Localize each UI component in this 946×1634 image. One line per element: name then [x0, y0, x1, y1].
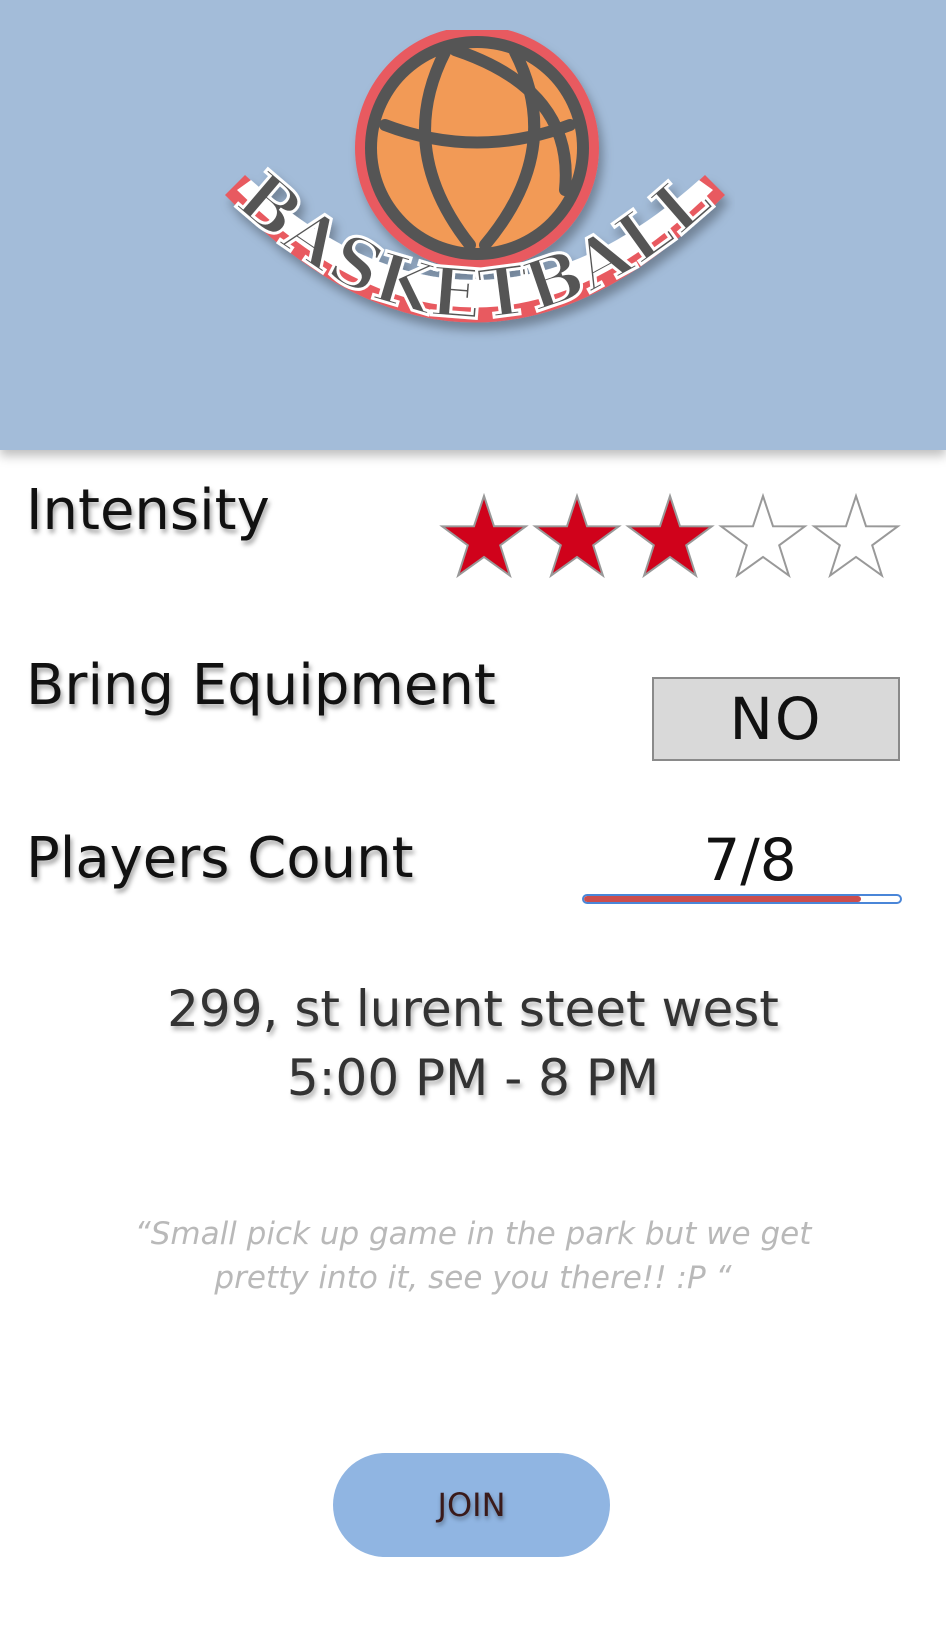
intensity-rating	[438, 493, 918, 583]
location-address: 299, st lurent steet west	[167, 980, 779, 1038]
players-count-value: 7/8	[703, 826, 797, 894]
star-filled-icon[interactable]	[625, 493, 715, 579]
event-time: 5:00 PM - 8 PM	[286, 1049, 660, 1107]
star-empty-icon[interactable]	[718, 493, 808, 579]
intensity-label: Intensity	[26, 478, 270, 543]
equipment-label: Bring Equipment	[26, 653, 496, 718]
header-banner: BASKETBALL	[0, 0, 946, 450]
players-progress-fill	[584, 896, 861, 902]
star-filled-icon[interactable]	[532, 493, 622, 579]
equipment-toggle-button[interactable]: NO	[652, 677, 900, 761]
players-count-label: Players Count	[26, 826, 414, 891]
basketball-logo: BASKETBALL	[221, 30, 727, 337]
star-filled-icon[interactable]	[439, 493, 529, 579]
players-progress-bar	[582, 894, 902, 904]
join-button[interactable]: JOIN	[333, 1453, 610, 1557]
star-empty-icon[interactable]	[811, 493, 901, 579]
event-description: “Small pick up game in the park but we g…	[134, 1216, 812, 1296]
